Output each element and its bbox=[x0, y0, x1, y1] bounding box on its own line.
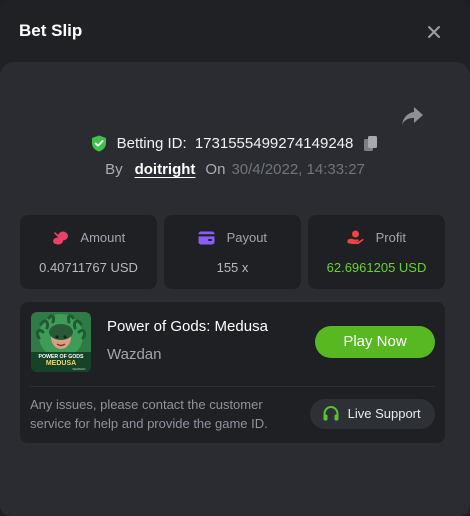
stat-profit-value: 62.6961205 USD bbox=[326, 260, 427, 275]
live-support-label: Live Support bbox=[347, 406, 421, 421]
issue-help-text: Any issues, please contact the customer … bbox=[30, 397, 268, 431]
by-label: By bbox=[105, 161, 123, 178]
hand-coin-icon bbox=[347, 230, 364, 245]
copy-icon[interactable] bbox=[363, 135, 379, 152]
medusa-artwork: POWER OF GODS MEDUSA WAZDAN bbox=[31, 312, 91, 372]
stat-profit: Profit 62.6961205 USD bbox=[308, 215, 445, 289]
stat-payout-value: 155 x bbox=[216, 260, 249, 275]
bet-stats: Amount 0.40711767 USD Payout 155 x Profi… bbox=[20, 215, 445, 289]
modal-title: Bet Slip bbox=[19, 21, 83, 40]
close-icon bbox=[428, 26, 440, 38]
thumb-logo-line3: WAZDAN bbox=[73, 367, 86, 371]
stat-profit-label: Profit bbox=[375, 230, 406, 246]
live-support-button[interactable]: Live Support bbox=[310, 399, 435, 429]
wallet-icon bbox=[198, 231, 215, 245]
username-link[interactable]: doitright bbox=[135, 161, 196, 178]
betting-id-label: Betting ID: bbox=[116, 134, 187, 152]
bet-slip-modal: Bet Slip Betting ID: 1731555499274149248 bbox=[0, 0, 470, 516]
on-label: On bbox=[205, 161, 226, 178]
modal-body: Betting ID: 1731555499274149248 By doitri… bbox=[0, 62, 470, 516]
game-thumbnail[interactable]: POWER OF GODS MEDUSA WAZDAN bbox=[31, 312, 91, 372]
stat-payout-label: Payout bbox=[226, 230, 268, 246]
share-icon bbox=[402, 107, 423, 125]
betting-id-row: Betting ID: 1731555499274149248 bbox=[0, 134, 470, 152]
shield-check-icon bbox=[92, 135, 107, 152]
game-title[interactable]: Power of Gods: Medusa bbox=[107, 318, 268, 335]
thumb-logo-line2: MEDUSA bbox=[46, 360, 76, 367]
stat-payout: Payout 155 x bbox=[164, 215, 301, 289]
game-card: POWER OF GODS MEDUSA WAZDAN Power of God… bbox=[20, 302, 445, 443]
headset-icon bbox=[323, 405, 339, 421]
betting-id-value: 1731555499274149248 bbox=[194, 134, 354, 152]
stat-amount-label: Amount bbox=[80, 230, 126, 246]
bet-author-row: By doitright On 30/4/2022, 14:33:27 bbox=[0, 161, 470, 178]
stat-amount: Amount 0.40711767 USD bbox=[20, 215, 157, 289]
close-button[interactable] bbox=[424, 22, 444, 42]
coins-icon bbox=[52, 231, 68, 245]
modal-header: Bet Slip bbox=[0, 0, 470, 62]
share-button[interactable] bbox=[400, 104, 426, 128]
game-provider: Wazdan bbox=[107, 346, 162, 363]
card-divider bbox=[30, 386, 435, 387]
stat-amount-value: 0.40711767 USD bbox=[39, 260, 138, 275]
bet-datetime: 30/4/2022, 14:33:27 bbox=[231, 161, 365, 178]
play-now-button[interactable]: Play Now bbox=[315, 326, 435, 358]
